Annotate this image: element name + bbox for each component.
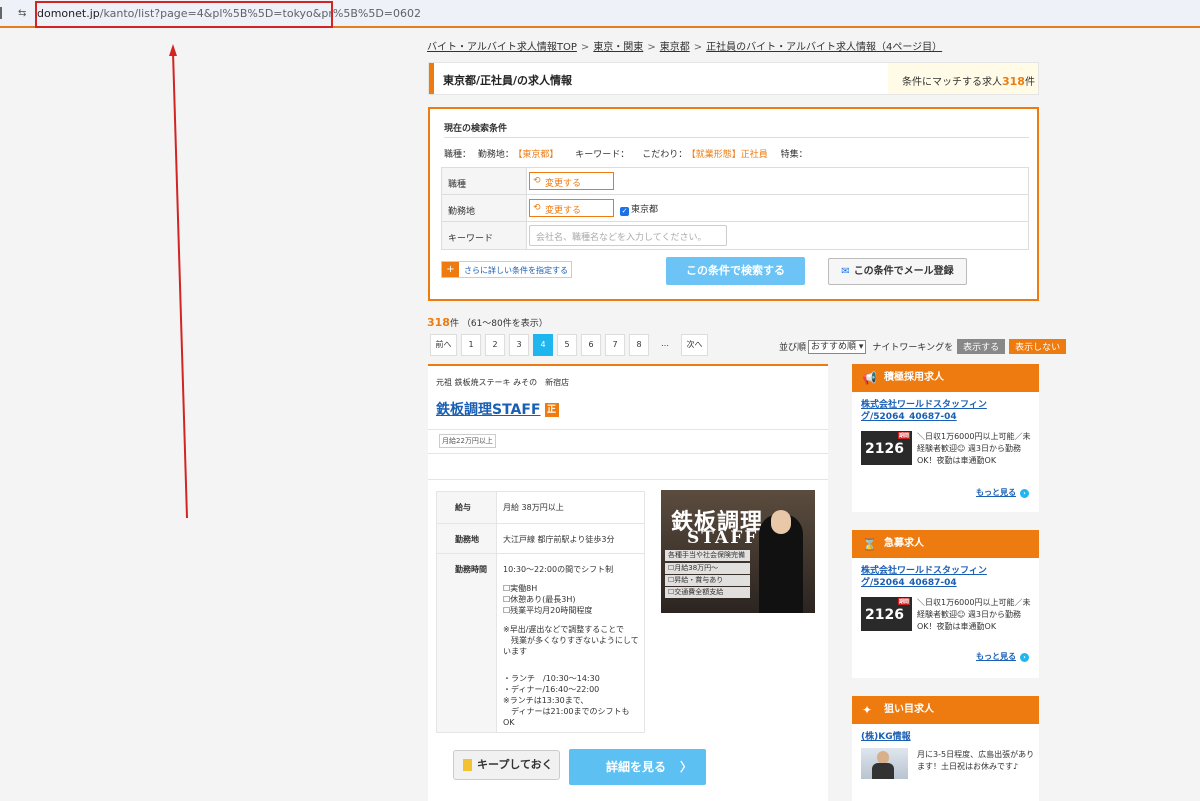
sidebar-job-desc: 月に3-5日程度、広島出張があります！土日祝はお休みです♪ bbox=[917, 750, 1035, 771]
refresh-icon: ⟲ bbox=[533, 176, 541, 186]
salary-row: 給与 月給 38万円以上 bbox=[437, 492, 644, 524]
sparkle-icon: ✦ bbox=[862, 703, 873, 717]
current-conditions: 職種： 勤務地： 【東京都】 キーワード： こだわり： 【就業形態】正社員 特集： bbox=[444, 150, 808, 160]
breadcrumb-link-kanto[interactable]: 東京・関東 bbox=[593, 42, 643, 53]
job-photo[interactable]: 鉄板調理 STAFF 各種手当や社会保険完備 ☐月給38万円〜 ☐昇給・賞与あり… bbox=[661, 490, 815, 613]
breadcrumb: バイト・アルバイト求人情報TOP > 東京・関東 > 東京都 > 正社員のバイト・アルバイト… bbox=[427, 42, 943, 53]
red-annotation-arrow bbox=[169, 44, 188, 519]
sidebar-target-jobs: ✦ 狙い目求人 (株)KG情報 月に3-5日程度、広島出張があります！土日祝はお休… bbox=[852, 696, 1039, 801]
breadcrumb-link-top[interactable]: バイト・アルバイト求人情報TOP bbox=[427, 42, 577, 53]
checkbox-checked-icon: ✓ bbox=[620, 207, 629, 216]
change-area-button[interactable]: ⟲ 変更する bbox=[529, 199, 614, 217]
sidebar-job-link[interactable]: 株式会社ワールドスタッフィング/52064_40687-04 bbox=[861, 565, 1039, 589]
page-2[interactable]: 2 bbox=[485, 334, 505, 356]
page-6[interactable]: 6 bbox=[581, 334, 601, 356]
header-accent-bar bbox=[429, 63, 434, 94]
page-1[interactable]: 1 bbox=[461, 334, 481, 356]
keep-button[interactable]: キープしておく bbox=[453, 750, 560, 780]
chevron-right-icon: 〉 bbox=[679, 760, 692, 774]
staff-face bbox=[771, 510, 791, 534]
fulltime-badge: 正 bbox=[544, 403, 559, 417]
note-icon bbox=[463, 759, 472, 771]
night-hide-button[interactable]: 表示しない bbox=[1009, 339, 1067, 354]
divider bbox=[428, 479, 828, 480]
view-details-button[interactable]: 詳細を見る〉 bbox=[569, 749, 706, 785]
hours-text: 10:30〜22:00の間でシフト制 ☐実働8H ☐休憩あり(最長3H) ☐残業… bbox=[503, 565, 639, 727]
sidebar-header: ✦ 狙い目求人 bbox=[852, 696, 1039, 724]
keyword-input[interactable]: 会社名、職種名などを入力してください。 bbox=[529, 225, 727, 246]
sidebar-featured-jobs: 📢 積極採用求人 株式会社ワールドスタッフィング/52064_40687-04 期… bbox=[852, 364, 1039, 512]
sort-bar: 並び順 おすすめ順 ▾ ナイトワーキングを 表示する 表示しない bbox=[779, 339, 1067, 354]
divider bbox=[444, 137, 1029, 138]
plus-icon: + bbox=[442, 262, 459, 277]
listing-header: 東京都/正社員/の求人情報 条件にマッチする求人318件 bbox=[428, 62, 1039, 95]
search-button[interactable]: この条件で検索する bbox=[666, 257, 805, 285]
sidebar-header: 📢 積極採用求人 bbox=[852, 364, 1039, 392]
change-job-button[interactable]: ⟲ 変更する bbox=[529, 172, 614, 190]
job-title-link[interactable]: 鉄板調理STAFF 正 bbox=[436, 399, 559, 419]
page-4-current[interactable]: 4 bbox=[533, 334, 553, 356]
page-5[interactable]: 5 bbox=[557, 334, 577, 356]
job-thumbnail[interactable]: 期間 2126 bbox=[861, 597, 912, 631]
sidebar-header: ⌛ 急募求人 bbox=[852, 530, 1039, 558]
row-job-type: 職種 ⟲ 変更する bbox=[442, 168, 1028, 195]
sidebar-job-link[interactable]: (株)KG情報 bbox=[861, 731, 1039, 743]
night-working-label: ナイトワーキングを bbox=[872, 343, 954, 353]
salary-tag: 月給22万円以上 bbox=[439, 434, 496, 448]
results-count: 318件 （61〜80件を表示） bbox=[427, 316, 548, 329]
page-title: 東京都/正社員/の求人情報 bbox=[443, 74, 573, 87]
chevron-circle-icon: › bbox=[1020, 653, 1029, 662]
breadcrumb-link-current[interactable]: 正社員のバイト・アルバイト求人情報（4ページ目） bbox=[706, 42, 942, 53]
job-details-table: 給与 月給 38万円以上 勤務地 大江戸線 都庁前駅より徒歩3分 勤務時間 10… bbox=[436, 491, 645, 733]
divider bbox=[428, 429, 828, 430]
row-area: 勤務地 ⟲ 変更する ✓ 東京都 bbox=[442, 195, 1028, 222]
megaphone-icon: 📢 bbox=[862, 371, 877, 385]
search-conditions-panel: 現在の検索条件 職種： 勤務地： 【東京都】 キーワード： こだわり： 【就業形態】… bbox=[428, 107, 1039, 301]
hourglass-icon: ⌛ bbox=[862, 537, 877, 551]
page-7[interactable]: 7 bbox=[605, 334, 625, 356]
job-thumbnail[interactable] bbox=[861, 748, 908, 779]
match-count: 条件にマッチする求人318件 bbox=[888, 63, 1038, 94]
pagination: 前へ 1 2 3 4 5 6 7 8 … 次へ bbox=[430, 334, 712, 356]
sort-select[interactable]: おすすめ順 ▾ bbox=[808, 339, 867, 354]
tokyo-checkbox[interactable]: ✓ 東京都 bbox=[620, 202, 658, 216]
divider bbox=[428, 453, 828, 454]
job-card: 元祖 鉄板焼ステーキ みその 新宿店 鉄板調理STAFF 正 月給22万円以上 給… bbox=[428, 364, 828, 801]
search-table: 職種 ⟲ 変更する 勤務地 ⟲ 変更する ✓ 東京都 キーワード 会社名、職種名などを… bbox=[441, 167, 1029, 250]
sort-label: 並び順 bbox=[779, 343, 807, 353]
chevron-circle-icon: › bbox=[1020, 489, 1029, 498]
see-more-link[interactable]: もっと見る › bbox=[976, 651, 1029, 662]
prev-page-button[interactable]: 前へ bbox=[430, 334, 457, 356]
sidebar-job-desc: ＼日収1万6000円以上可能／未経験者歓迎☺ 週3日から勤務OK！夜勤は車通勤O… bbox=[917, 432, 1031, 465]
location-row: 勤務地 大江戸線 都庁前駅より徒歩3分 bbox=[437, 524, 644, 554]
refresh-icon: ⟲ bbox=[533, 203, 541, 213]
page-8[interactable]: 8 bbox=[629, 334, 649, 356]
job-thumbnail[interactable]: 期間 2126 bbox=[861, 431, 912, 465]
detailed-conditions-button[interactable]: + さらに詳しい条件を指定する bbox=[441, 261, 572, 278]
row-keyword: キーワード 会社名、職種名などを入力してください。 bbox=[442, 222, 1028, 249]
sidebar-job-link[interactable]: 株式会社ワールドスタッフィング/52064_40687-04 bbox=[861, 399, 1039, 423]
email-register-button[interactable]: ✉ この条件でメール登録 bbox=[828, 258, 967, 285]
page-3[interactable]: 3 bbox=[509, 334, 529, 356]
pagination-ellipsis: … bbox=[661, 339, 669, 348]
search-panel-title: 現在の検索条件 bbox=[444, 124, 508, 134]
hours-row: 勤務時間 10:30〜22:00の間でシフト制 ☐実働8H ☐休憩あり(最長3H… bbox=[437, 554, 644, 732]
night-show-button[interactable]: 表示する bbox=[957, 339, 1006, 354]
next-page-button[interactable]: 次へ bbox=[681, 334, 708, 356]
company-name: 元祖 鉄板焼ステーキ みその 新宿店 bbox=[436, 378, 570, 387]
see-more-link[interactable]: もっと見る › bbox=[976, 487, 1029, 498]
breadcrumb-link-tokyo[interactable]: 東京都 bbox=[660, 42, 690, 53]
envelope-icon: ✉ bbox=[841, 266, 850, 277]
sidebar-urgent-jobs: ⌛ 急募求人 株式会社ワールドスタッフィング/52064_40687-04 期間 2… bbox=[852, 530, 1039, 678]
sidebar-job-desc: ＼日収1万6000円以上可能／未経験者歓迎☺ 週3日から勤務OK！夜勤は車通勤O… bbox=[917, 598, 1031, 631]
